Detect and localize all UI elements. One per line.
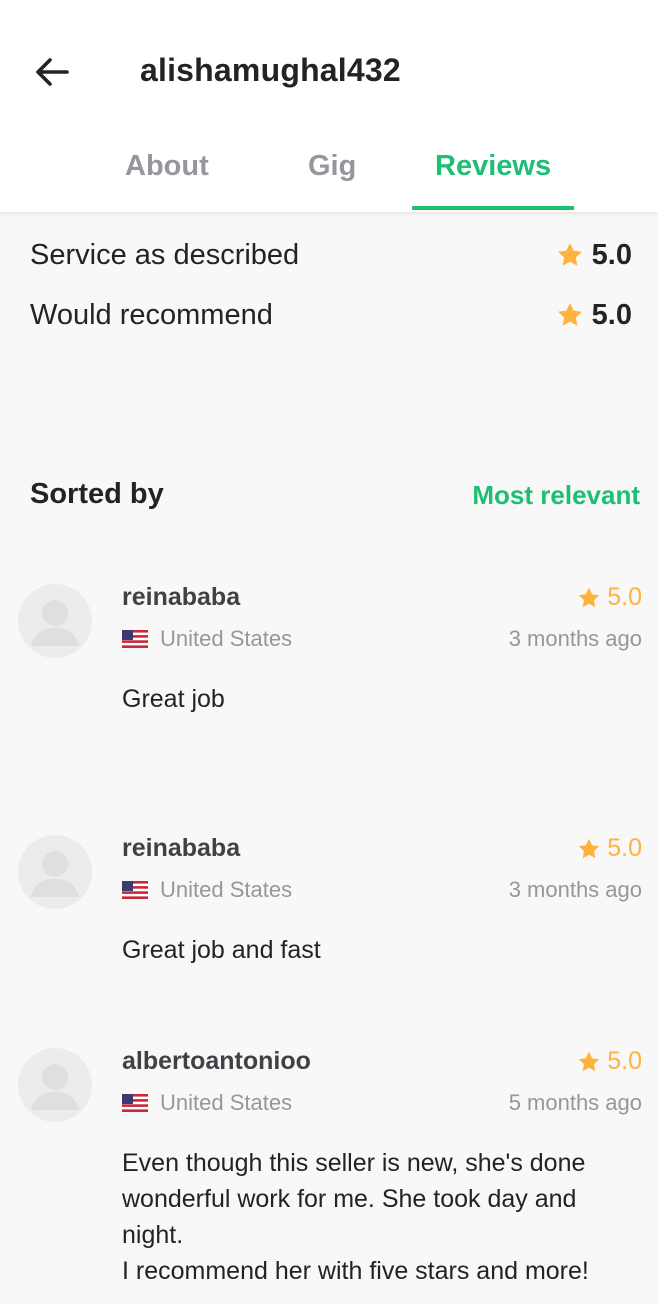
star-icon xyxy=(557,303,582,326)
reviewer-name[interactable]: albertoantonioo xyxy=(122,1047,311,1076)
rating-value: 5.0 xyxy=(556,299,632,332)
app-header: alishamughal432 About Gig Reviews xyxy=(0,0,658,212)
avatar[interactable] xyxy=(18,1048,92,1122)
reviewer-name[interactable]: reinababa xyxy=(122,583,240,612)
rating-number: 5.0 xyxy=(591,238,632,271)
us-flag-icon xyxy=(122,1094,148,1112)
review-rating: 5.0 xyxy=(577,583,642,612)
country-name: United States xyxy=(160,626,293,651)
country-name: United States xyxy=(160,1090,293,1115)
rating-row-service: Service as described 5.0 xyxy=(30,235,632,275)
rating-label: Service as described xyxy=(30,238,300,271)
review-text: Great job and fast xyxy=(122,936,321,964)
user-placeholder-icon xyxy=(31,1064,79,1110)
rating-label: Would recommend xyxy=(30,298,273,331)
rating-number: 5.0 xyxy=(591,298,632,331)
review-rating-value: 5.0 xyxy=(607,583,642,611)
sorted-by-label: Sorted by xyxy=(30,478,164,510)
sort-selector[interactable]: Most relevant xyxy=(472,480,640,511)
review-text: Even though this seller is new, she's do… xyxy=(122,1149,589,1285)
arrow-left-icon xyxy=(36,58,69,86)
review-rating-value: 5.0 xyxy=(607,1047,642,1075)
avatar[interactable] xyxy=(18,835,92,909)
reviewer-name[interactable]: reinababa xyxy=(122,834,240,863)
tab-reviews[interactable]: Reviews xyxy=(435,150,551,183)
star-icon xyxy=(557,243,582,266)
star-icon xyxy=(579,587,600,607)
reviewer-country: United States xyxy=(122,1090,292,1116)
active-tab-indicator xyxy=(412,206,574,210)
review-rating-value: 5.0 xyxy=(607,834,642,862)
back-button[interactable] xyxy=(30,50,74,94)
review-rating: 5.0 xyxy=(577,1047,642,1076)
us-flag-icon xyxy=(122,630,148,648)
us-flag-icon xyxy=(122,881,148,899)
tab-gig[interactable]: Gig xyxy=(308,150,356,183)
user-placeholder-icon xyxy=(31,600,79,646)
page-title: alishamughal432 xyxy=(140,52,401,88)
star-icon xyxy=(579,1051,600,1071)
reviewer-country: United States xyxy=(122,877,292,903)
review-time: 5 months ago xyxy=(508,1090,642,1115)
review-time: 3 months ago xyxy=(508,877,642,902)
country-name: United States xyxy=(160,877,293,902)
rating-row-recommend: Would recommend 5.0 xyxy=(30,295,632,335)
tab-about[interactable]: About xyxy=(125,150,209,183)
star-icon xyxy=(579,838,600,858)
user-placeholder-icon xyxy=(31,851,79,897)
review-text: Great job xyxy=(122,685,225,713)
reviewer-country: United States xyxy=(122,626,292,652)
rating-value: 5.0 xyxy=(556,239,632,272)
avatar[interactable] xyxy=(18,584,92,658)
review-rating: 5.0 xyxy=(577,834,642,863)
review-time: 3 months ago xyxy=(508,626,642,651)
